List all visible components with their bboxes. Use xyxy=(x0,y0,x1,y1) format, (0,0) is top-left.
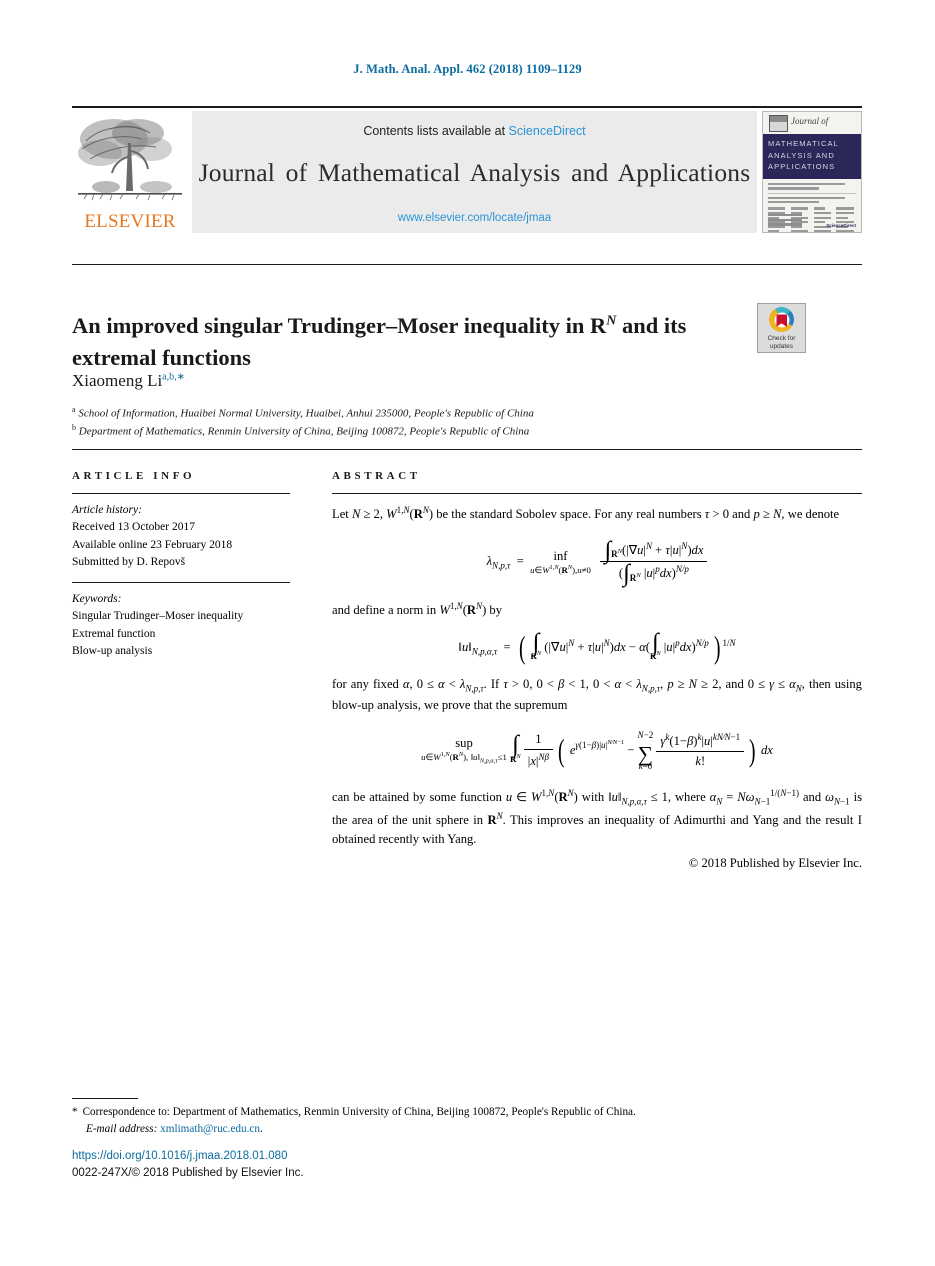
email-link[interactable]: xmlimath@ruc.edu.cn xyxy=(160,1123,260,1135)
title-blackboard-r: R xyxy=(590,313,607,339)
keywords-block: Keywords: Singular Trudinger–Moser inequ… xyxy=(72,591,290,661)
article-history-label: Article history: xyxy=(72,504,142,516)
abstract-paragraph-1: Let N ≥ 2, W1,N(RN) be the standard Sobo… xyxy=(332,505,840,522)
title-text-part-1: An improved singular Trudinger–Moser ine… xyxy=(72,313,590,339)
affiliation-a: a School of Information, Huaibei Normal … xyxy=(72,404,862,422)
article-submitted-by: Submitted by D. Repovš xyxy=(72,556,186,569)
article-info-heading: ARTICLE INFO xyxy=(72,470,196,482)
affiliation-b-mark: b xyxy=(72,423,76,433)
cover-script-line: Journal of xyxy=(791,116,829,126)
journal-masthead: ELSEVIER Contents lists available at Sci… xyxy=(72,106,862,233)
crossmark-bookmark-icon xyxy=(776,314,787,328)
author-list: Xiaomeng Lia,b,∗ xyxy=(72,371,185,391)
crossmark-badge[interactable]: Check for updates xyxy=(757,303,806,353)
title-r-superscript: N xyxy=(606,313,617,329)
running-head: J. Math. Anal. Appl. 462 (2018) 1109–112… xyxy=(353,62,582,76)
elsevier-logo: ELSEVIER xyxy=(72,111,190,233)
affiliations: a School of Information, Huaibei Normal … xyxy=(72,404,862,440)
author-affiliation-marks[interactable]: a,b,∗ xyxy=(162,371,185,382)
abstract-copyright: © 2018 Published by Elsevier Inc. xyxy=(688,855,862,870)
journal-title: Journal of Mathematical Analysis and App… xyxy=(198,158,751,187)
keyword-item: Blow-up analysis xyxy=(72,645,153,658)
affiliation-b-text: Department of Mathematics, Renmin Univer… xyxy=(78,425,530,438)
cover-publisher-mark xyxy=(769,115,788,132)
contents-prefix-text: Contents lists available at xyxy=(363,124,509,138)
equation-norm-definition: ‖u‖N,p,α,τ = ( ∫ RN (|∇u|N + τ|u|N)dx − α… xyxy=(458,628,736,666)
correspondence-note: * Correspondence to: Department of Mathem… xyxy=(72,1104,862,1138)
cover-band-line-2: ANALYSIS AND xyxy=(768,150,835,160)
affiliation-b: b Department of Mathematics, Renmin Univ… xyxy=(72,422,862,440)
crossmark-label-line2: updates xyxy=(769,343,794,351)
crossmark-label-line1: Check for xyxy=(767,335,796,342)
paper-page: J. Math. Anal. Appl. 462 (2018) 1109–112… xyxy=(0,0,935,1266)
affiliation-a-mark: a xyxy=(72,405,76,414)
email-period: . xyxy=(259,1122,263,1135)
crossmark-ring-icon xyxy=(769,307,794,332)
affiliation-a-text: School of Information, Huaibei Normal Un… xyxy=(78,407,534,420)
correspondence-star: * xyxy=(72,1106,78,1118)
abstract-heading: ABSTRACT xyxy=(332,470,421,482)
abstract-rule xyxy=(332,493,862,494)
cover-band-line-3: APPLICATIONS xyxy=(768,162,836,172)
page-title: An improved singular Trudinger–Moser ine… xyxy=(72,310,722,374)
article-info-rule xyxy=(72,493,290,494)
author-name: Xiaomeng Li xyxy=(72,371,163,390)
cover-band-line-1: MATHEMATICAL xyxy=(768,139,839,148)
abstract-paragraph-3: for any fixed α, 0 ≤ α < λN,p,τ. If τ > … xyxy=(332,677,862,713)
title-divider xyxy=(72,264,862,265)
equation-supremum: sup u∈W1,N(RN), ‖u‖N,p,α,τ≤1 ∫ RN 1 |x|Nβ … xyxy=(421,729,773,772)
abstract-paragraph-4: can be attained by some function u ∈ W1,… xyxy=(332,787,862,847)
crossmark-label: Check for updates xyxy=(758,335,805,351)
cover-sciencedirect-mark: ScienceDirect xyxy=(826,223,856,228)
doi-link[interactable]: https://doi.org/10.1016/j.jmaa.2018.01.0… xyxy=(72,1148,304,1165)
keyword-item: Extremal function xyxy=(72,627,156,640)
footnote-divider xyxy=(72,1098,138,1099)
keywords-rule xyxy=(72,581,290,583)
elsevier-tree-icon xyxy=(76,113,184,205)
abstract-paragraph-2: and define a norm in W1,N(RN) by xyxy=(332,601,503,618)
info-divider xyxy=(72,449,862,450)
article-received-date: Received 13 October 2017 xyxy=(72,521,195,534)
keywords-label: Keywords: xyxy=(72,592,122,605)
article-info-column: ARTICLE INFO Article history: Received 1… xyxy=(72,470,290,661)
journal-cover-thumbnail: Journal of MATHEMATICAL ANALYSIS AND APP… xyxy=(762,111,862,233)
cover-title-band: MATHEMATICAL ANALYSIS AND APPLICATIONS xyxy=(763,134,861,179)
correspondence-text: Correspondence to: Department of Mathema… xyxy=(82,1106,636,1118)
keyword-item: Singular Trudinger–Moser inequality xyxy=(72,610,244,623)
abstract-column: ABSTRACT Let N ≥ 2, W1,N(RN) be the stan… xyxy=(332,470,862,873)
contents-available-line: Contents lists available at ScienceDirec… xyxy=(192,111,757,138)
abstract-body: Let N ≥ 2, W1,N(RN) be the standard Sobo… xyxy=(332,503,862,873)
equation-lambda-definition: λN,p,τ = inf u∈W1,N(RN),u≠0 ∫RN(|∇u|N + … xyxy=(332,538,862,586)
article-available-date: Available online 23 February 2018 xyxy=(72,538,233,551)
sciencedirect-link[interactable]: ScienceDirect xyxy=(509,124,586,138)
doi-block: https://doi.org/10.1016/j.jmaa.2018.01.0… xyxy=(72,1148,304,1181)
email-label: E-mail address: xyxy=(86,1122,158,1135)
masthead-center: Contents lists available at ScienceDirec… xyxy=(192,111,757,233)
elsevier-wordmark: ELSEVIER xyxy=(84,211,176,232)
article-history-block: Article history: Received 13 October 201… xyxy=(72,502,290,572)
issn-copyright-line: 0022-247X/© 2018 Published by Elsevier I… xyxy=(72,1166,304,1179)
journal-homepage-link[interactable]: www.elsevier.com/locate/jmaa xyxy=(192,212,757,224)
